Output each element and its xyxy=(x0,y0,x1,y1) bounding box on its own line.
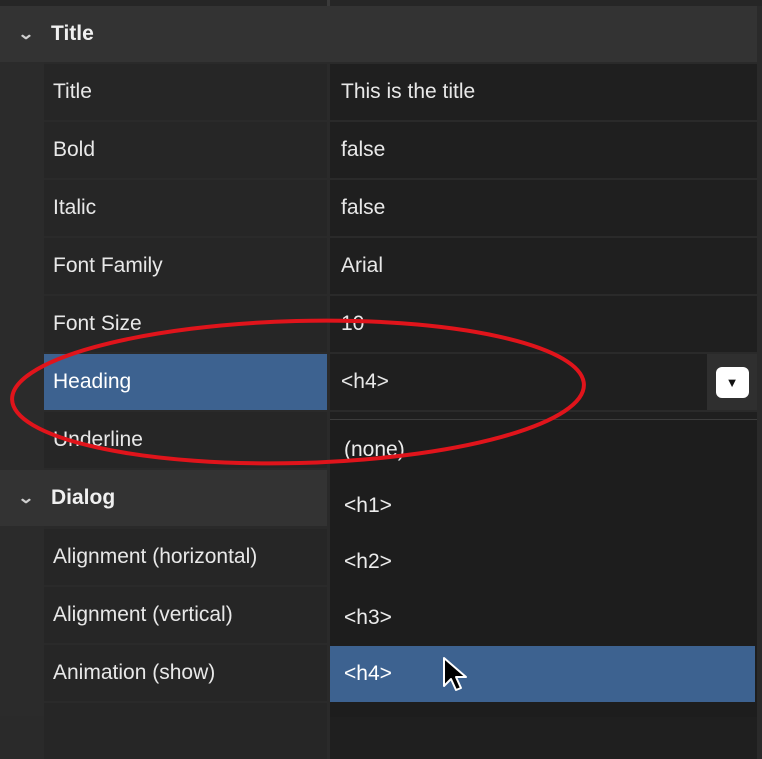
property-row-font-size[interactable]: Font Size 10 xyxy=(44,296,757,352)
chevron-down-icon[interactable]: ⌄ xyxy=(12,488,41,508)
mouse-pointer-icon xyxy=(443,657,467,691)
property-name: Underline xyxy=(44,412,327,468)
left-gutter xyxy=(0,0,44,716)
property-value-input[interactable]: false xyxy=(330,122,757,178)
dropdown-option-h1[interactable]: <h1> xyxy=(330,478,755,534)
property-row-bold[interactable]: Bold false xyxy=(44,122,757,178)
section-title-label: Dialog xyxy=(51,486,116,509)
property-row-title[interactable]: Title This is the title xyxy=(44,64,757,120)
heading-select[interactable]: <h4> xyxy=(330,354,757,410)
property-row-font-family[interactable]: Font Family Arial xyxy=(44,238,757,294)
property-value-input[interactable]: This is the title xyxy=(330,64,757,120)
section-header-title[interactable]: ⌄ Title xyxy=(0,6,757,62)
section-title-label: Title xyxy=(51,22,94,45)
dropdown-toggle-button[interactable]: ▼ xyxy=(707,354,757,410)
property-name: Alignment (horizontal) xyxy=(44,529,327,585)
property-value-input[interactable]: false xyxy=(330,180,757,236)
property-row-italic[interactable]: Italic false xyxy=(44,180,757,236)
property-name xyxy=(44,703,327,759)
heading-dropdown-list: (none) <h1> <h2> <h3> <h4> xyxy=(330,419,757,717)
dropdown-option-h3[interactable]: <h3> xyxy=(330,590,755,646)
property-name: Heading xyxy=(44,354,327,410)
property-name: Bold xyxy=(44,122,327,178)
property-row-heading[interactable]: Heading <h4> ▼ xyxy=(44,354,757,410)
dropdown-option-none[interactable]: (none) xyxy=(330,422,755,478)
chevron-down-icon[interactable]: ▼ xyxy=(715,366,749,398)
property-name: Font Family xyxy=(44,238,327,294)
property-name: Alignment (vertical) xyxy=(44,587,327,643)
dropdown-option-h4[interactable]: <h4> xyxy=(330,646,755,702)
property-value-input[interactable]: Arial xyxy=(330,238,757,294)
section-header-dialog[interactable]: ⌄ Dialog xyxy=(0,470,327,526)
property-value-input[interactable]: 10 xyxy=(330,296,757,352)
chevron-down-icon[interactable]: ⌄ xyxy=(12,24,41,44)
dropdown-option-h2[interactable]: <h2> xyxy=(330,534,755,590)
property-name: Title xyxy=(44,64,327,120)
property-name: Italic xyxy=(44,180,327,236)
property-name: Font Size xyxy=(44,296,327,352)
property-name: Animation (show) xyxy=(44,645,327,701)
